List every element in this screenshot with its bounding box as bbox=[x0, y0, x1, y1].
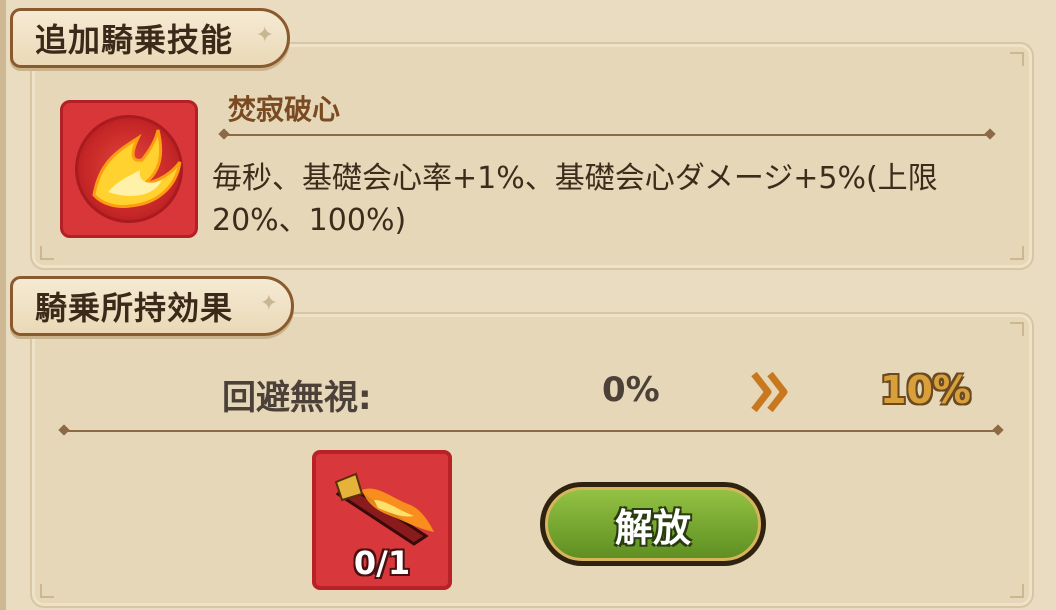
effect-divider bbox=[64, 430, 998, 432]
sparkle-icon: ✦ bbox=[255, 23, 275, 48]
double-chevron-right-icon bbox=[751, 371, 788, 413]
mount-effect-panel bbox=[30, 312, 1034, 608]
item-count: 0/1 bbox=[353, 544, 411, 582]
flame-glyph bbox=[92, 129, 182, 208]
corner-ornament bbox=[1010, 584, 1024, 598]
skill-divider bbox=[224, 134, 990, 136]
unlock-button-label: 解放 bbox=[545, 487, 761, 561]
mount-effect-tab: 騎乗所持効果 ✦ bbox=[10, 276, 294, 336]
corner-ornament bbox=[1010, 246, 1024, 260]
corner-ornament bbox=[40, 584, 54, 598]
item-slot[interactable]: 0/1 bbox=[312, 450, 452, 590]
skill-description: 毎秒、基礎会心率+1%、基礎会心ダメージ+5%(上限20%、100%) bbox=[212, 161, 938, 238]
corner-ornament bbox=[1010, 52, 1024, 66]
sparkle-icon: ✦ bbox=[259, 291, 279, 316]
unlock-button[interactable]: 解放 bbox=[540, 482, 766, 566]
effect-current-value: 0% bbox=[602, 370, 660, 410]
corner-ornament bbox=[1010, 322, 1024, 336]
effect-label: 回避無視: bbox=[222, 378, 372, 418]
skill-name: 焚寂破心 bbox=[228, 93, 341, 126]
mount-effect-title: 騎乗所持効果 bbox=[35, 289, 234, 327]
background-edge bbox=[0, 0, 6, 610]
mount-skill-tab: 追加騎乗技能 ✦ bbox=[10, 8, 290, 68]
mount-skill-title: 追加騎乗技能 bbox=[35, 21, 234, 59]
corner-ornament bbox=[40, 246, 54, 260]
fire-wing-icon[interactable] bbox=[60, 100, 198, 238]
effect-next-value: 10% bbox=[880, 368, 971, 412]
